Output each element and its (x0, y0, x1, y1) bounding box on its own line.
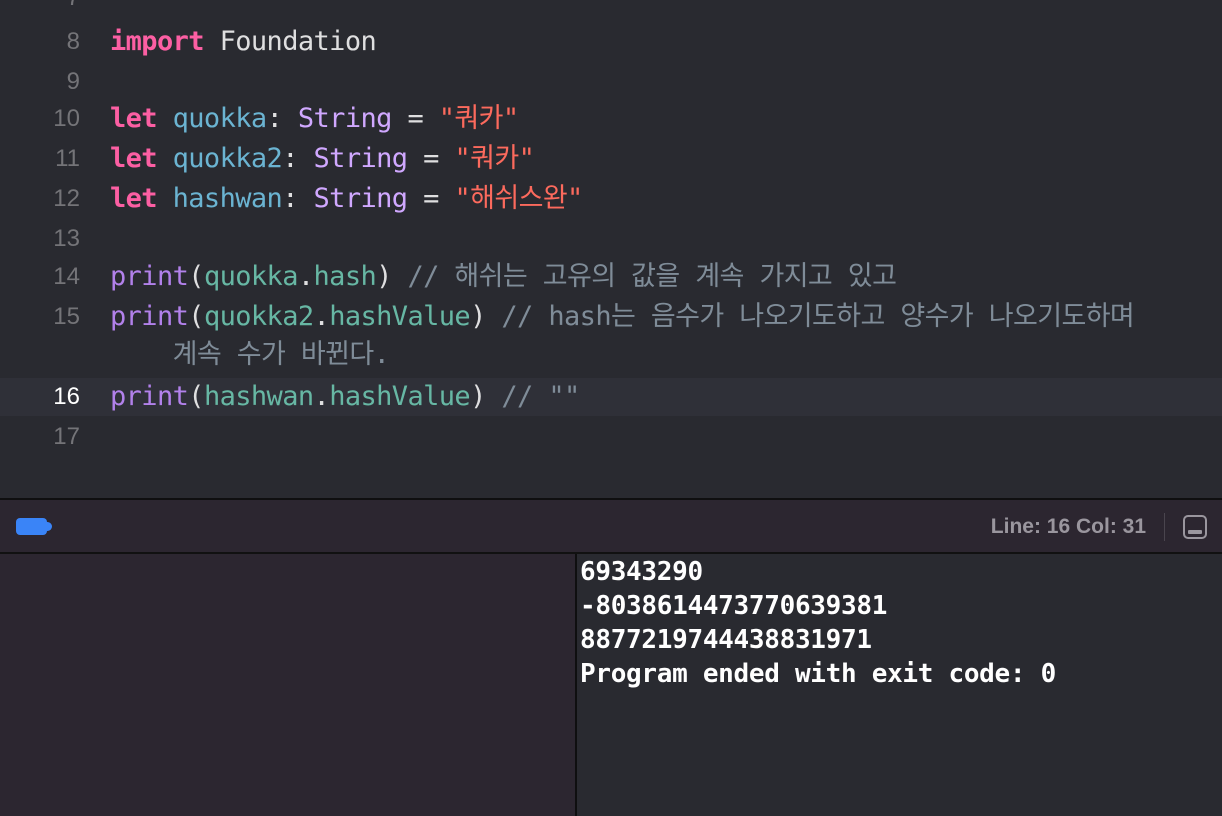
variables-pane[interactable] (0, 554, 575, 816)
token-decl: quokka2 (172, 143, 283, 174)
code-text: print(quokka.hash) // 해쉬는 고유의 값을 계속 가지고 … (110, 258, 897, 296)
line-number: 7 (0, 0, 80, 17)
line-number: 12 (53, 185, 80, 212)
token-fn: print (110, 261, 189, 292)
token-type: String (313, 183, 409, 214)
token-plain: = (407, 143, 455, 174)
code-line-10[interactable]: 10 let quokka: String = "쿼카" (0, 100, 1222, 138)
token-plain: . (313, 381, 330, 412)
token-cmt: // "" (501, 381, 580, 412)
token-var: hashwan (203, 381, 314, 412)
line-number: 11 (55, 145, 80, 172)
token-decl: quokka (172, 103, 268, 134)
token-plain: . (313, 301, 330, 332)
debug-area-toggle-icon[interactable] (16, 518, 52, 535)
code-line-8[interactable]: 8 import Foundation (0, 23, 1222, 61)
code-line-7[interactable]: 7 (0, 0, 1222, 17)
hide-debug-area-icon[interactable] (1183, 515, 1207, 539)
token-prop: hash (313, 261, 377, 292)
code-line-15[interactable]: 15 print(quokka2.hashValue) // hash는 음수가 … (0, 298, 1222, 336)
token-var: quokka2 (203, 301, 314, 332)
token-plain: ) (470, 301, 502, 332)
line-number: 9 (66, 68, 80, 95)
code-text: let quokka: String = "쿼카" (110, 100, 519, 138)
token-plain: = (391, 103, 439, 134)
code-text: print(quokka2.hashValue) // hash는 음수가 나오… (110, 298, 1135, 336)
code-text: print(hashwan.hashValue) // "" (110, 378, 580, 416)
token-fn: print (110, 381, 189, 412)
token-fn: print (110, 301, 189, 332)
code-line-16[interactable]: 16 print(hashwan.hashValue) // "" (0, 378, 1222, 416)
code-text: let hashwan: String = "해쉬스완" (110, 180, 583, 218)
token-prop: hashValue (329, 301, 471, 332)
line-number: 10 (53, 105, 80, 132)
token-plain: Foundation (203, 26, 377, 57)
code-text: import Foundation (110, 23, 377, 61)
code-text: let quokka2: String = "쿼카" (110, 140, 535, 178)
token-plain: : (282, 143, 314, 174)
code-text: 계속 수가 바뀐다. (110, 336, 390, 374)
token-kw: let (110, 143, 158, 174)
debug-bar: Line: 16 Col: 31 (0, 500, 1222, 554)
line-number: 13 (53, 225, 80, 252)
token-plain: : (282, 183, 314, 214)
token-decl: hashwan (172, 183, 283, 214)
token-plain: ) (376, 261, 408, 292)
line-number: 15 (53, 303, 80, 330)
token-kw: import (110, 26, 205, 57)
token-cmt: 계속 수가 바뀐다. (110, 339, 390, 370)
code-line-9[interactable]: 9 (0, 63, 1222, 101)
token-plain: ( (188, 381, 204, 412)
token-plain: ( (188, 261, 204, 292)
token-prop: hashValue (329, 381, 471, 412)
code-line-13[interactable]: 13 (0, 220, 1222, 258)
token-type: String (313, 143, 409, 174)
token-plain: ( (188, 301, 204, 332)
line-number: 8 (66, 28, 80, 55)
code-line-wrap[interactable]: 계속 수가 바뀐다. (0, 336, 1222, 374)
token-kw: let (110, 183, 158, 214)
token-str: "쿼카" (438, 103, 519, 134)
token-type: String (297, 103, 393, 134)
token-cmt: // 해쉬는 고유의 값을 계속 가지고 있고 (407, 261, 897, 292)
console-line: 69343290 (580, 557, 703, 587)
code-line-17[interactable]: 17 (0, 418, 1222, 456)
token-str: "해쉬스완" (454, 183, 583, 214)
code-line-11[interactable]: 11 let quokka2: String = "쿼카" (0, 140, 1222, 178)
line-number: 16 (53, 383, 80, 410)
line-number: 14 (53, 263, 80, 290)
console-line: 8877219744438831971 (580, 625, 872, 655)
token-plain: : (266, 103, 298, 134)
token-str: "쿼카" (454, 143, 535, 174)
token-kw: let (110, 103, 158, 134)
token-plain: ) (470, 381, 502, 412)
console-output[interactable]: 69343290 -8038614473770639381 8877219744… (577, 554, 1222, 816)
console-line: Program ended with exit code: 0 (580, 659, 1056, 689)
token-plain: . (297, 261, 314, 292)
code-editor[interactable]: 7 8 import Foundation 9 10 let quokka: String… (0, 0, 1222, 498)
token-cmt: // hash는 음수가 나오기도하고 양수가 나오기도하며 (501, 301, 1135, 332)
console-line: -8038614473770639381 (580, 591, 888, 621)
token-plain: = (407, 183, 455, 214)
cursor-position: Line: 16 Col: 31 (990, 515, 1146, 538)
line-number: 17 (53, 423, 80, 450)
token-var: quokka (203, 261, 299, 292)
code-line-14[interactable]: 14 print(quokka.hash) // 해쉬는 고유의 값을 계속 가지… (0, 258, 1222, 296)
code-line-12[interactable]: 12 let hashwan: String = "해쉬스완" (0, 180, 1222, 218)
separator (1164, 513, 1165, 541)
